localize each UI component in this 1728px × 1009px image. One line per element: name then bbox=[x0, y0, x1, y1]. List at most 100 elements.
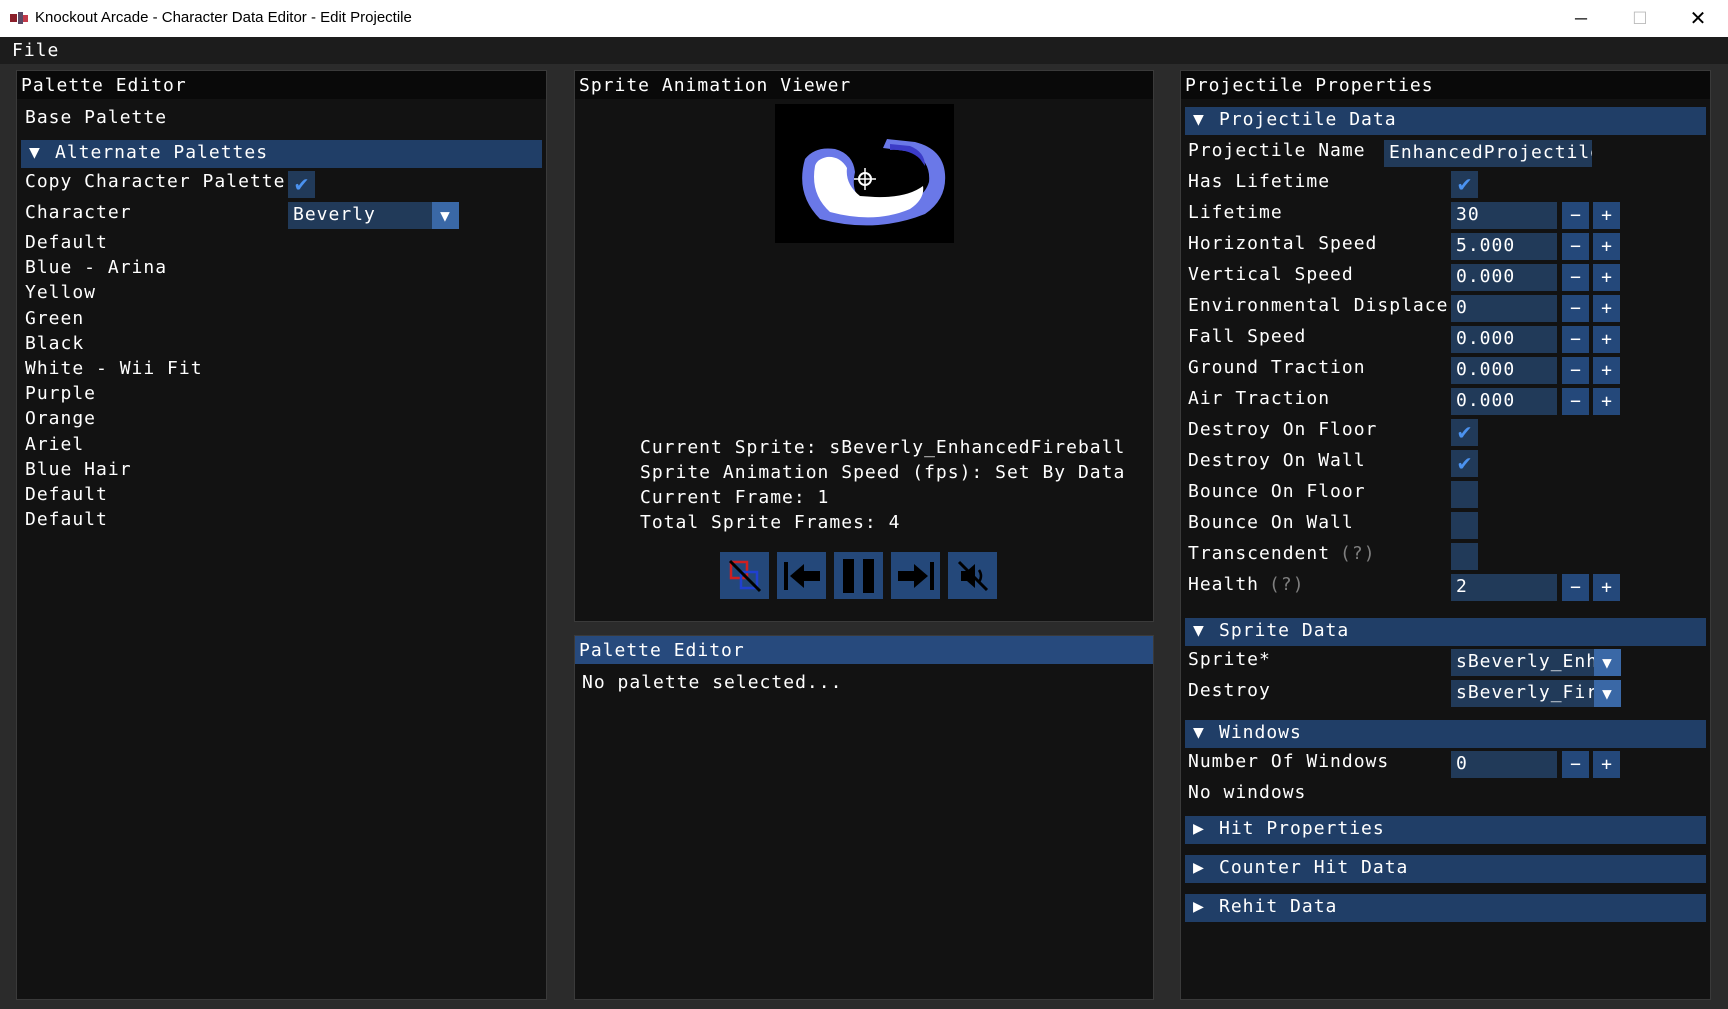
property-checkbox[interactable] bbox=[1451, 512, 1478, 539]
property-checkbox[interactable] bbox=[1451, 543, 1478, 570]
current-frame-text: Current Frame: 1 bbox=[640, 487, 830, 508]
counter-hit-header[interactable]: ▶ Counter Hit Data bbox=[1185, 855, 1706, 883]
palette-item[interactable]: Default bbox=[25, 509, 108, 530]
rehit-data-header[interactable]: ▶ Rehit Data bbox=[1185, 894, 1706, 922]
increment-button[interactable]: + bbox=[1593, 388, 1620, 415]
mute-button[interactable] bbox=[948, 552, 997, 599]
character-label: Character bbox=[25, 202, 132, 223]
fireball-sprite-image bbox=[802, 139, 946, 226]
checkmark-icon: ✔ bbox=[1457, 451, 1472, 476]
palette-item[interactable]: Green bbox=[25, 308, 84, 329]
property-value: 0 bbox=[1456, 297, 1468, 318]
property-input[interactable]: 2 bbox=[1451, 574, 1557, 601]
palette-item[interactable]: Orange bbox=[25, 408, 96, 429]
pause-icon bbox=[842, 558, 874, 593]
palette-item[interactable]: Default bbox=[25, 484, 108, 505]
next-frame-button[interactable] bbox=[891, 552, 940, 599]
menu-file[interactable]: File bbox=[12, 40, 59, 61]
property-value: 0.000 bbox=[1456, 390, 1516, 411]
panel-title[interactable]: Palette Editor bbox=[575, 636, 1153, 664]
copy-palette-label: Copy Character Palette bbox=[25, 171, 286, 192]
copy-palette-checkbox[interactable]: ✔ bbox=[288, 171, 315, 198]
property-label-text: Fall Speed bbox=[1188, 326, 1307, 347]
property-label-text: Destroy On Wall bbox=[1188, 450, 1366, 471]
increment-button[interactable]: + bbox=[1593, 574, 1620, 601]
decrement-button[interactable]: − bbox=[1562, 388, 1589, 415]
property-input[interactable]: 0.000 bbox=[1451, 326, 1557, 353]
palette-item[interactable]: Ariel bbox=[25, 434, 84, 455]
increment-button[interactable]: + bbox=[1593, 326, 1620, 353]
header-label: Hit Properties bbox=[1219, 818, 1385, 839]
previous-frame-button[interactable] bbox=[777, 552, 826, 599]
property-label: Ground Traction bbox=[1188, 357, 1366, 378]
property-input[interactable]: 5.000 bbox=[1451, 233, 1557, 260]
mute-icon bbox=[957, 560, 988, 591]
menu-bar: File bbox=[0, 37, 1728, 64]
decrement-button[interactable]: − bbox=[1562, 233, 1589, 260]
property-input[interactable]: 0.000 bbox=[1451, 357, 1557, 384]
decrement-button[interactable]: − bbox=[1562, 295, 1589, 322]
property-input[interactable]: 0.000 bbox=[1451, 264, 1557, 291]
next-frame-icon bbox=[897, 561, 934, 590]
sprite-data-header[interactable]: ▼ Sprite Data bbox=[1185, 618, 1706, 646]
palette-item[interactable]: Black bbox=[25, 333, 84, 354]
num-windows-increment-button[interactable]: + bbox=[1593, 751, 1620, 778]
minimize-button[interactable]: ─ bbox=[1552, 0, 1610, 37]
property-label-text: Bounce On Floor bbox=[1188, 481, 1366, 502]
property-checkbox[interactable]: ✔ bbox=[1451, 419, 1478, 446]
close-button[interactable]: ✕ bbox=[1669, 0, 1727, 37]
hit-properties-header[interactable]: ▶ Hit Properties bbox=[1185, 816, 1706, 844]
hitbox-toggle-button[interactable] bbox=[720, 552, 769, 599]
property-label-text: Bounce On Wall bbox=[1188, 512, 1354, 533]
increment-button[interactable]: + bbox=[1593, 357, 1620, 384]
property-checkbox[interactable] bbox=[1451, 481, 1478, 508]
help-marker[interactable]: (?) bbox=[1340, 543, 1376, 564]
increment-button[interactable]: + bbox=[1593, 233, 1620, 260]
collapsed-arrow-icon: ▶ bbox=[1193, 896, 1205, 917]
property-label-text: Lifetime bbox=[1188, 202, 1283, 223]
destroy-dropdown[interactable]: sBeverly_FireballDestroy ▼ bbox=[1451, 680, 1621, 707]
increment-button[interactable]: + bbox=[1593, 264, 1620, 291]
increment-button[interactable]: + bbox=[1593, 295, 1620, 322]
property-input[interactable]: 30 bbox=[1451, 202, 1557, 229]
property-label: Bounce On Wall bbox=[1188, 512, 1354, 533]
palette-item[interactable]: Yellow bbox=[25, 282, 96, 303]
palette-item[interactable]: Blue Hair bbox=[25, 459, 132, 480]
property-checkbox[interactable]: ✔ bbox=[1451, 171, 1478, 198]
property-input[interactable]: 0.000 bbox=[1451, 388, 1557, 415]
num-windows-input[interactable]: 0 bbox=[1451, 751, 1557, 778]
help-marker[interactable]: (?) bbox=[1269, 574, 1305, 595]
property-label-text: Health bbox=[1188, 574, 1260, 595]
palette-item[interactable]: Purple bbox=[25, 383, 96, 404]
decrement-button[interactable]: − bbox=[1562, 357, 1589, 384]
header-label: Rehit Data bbox=[1219, 896, 1338, 917]
panel-title[interactable]: Palette Editor bbox=[17, 71, 546, 99]
checkmark-icon: ✔ bbox=[294, 172, 309, 197]
decrement-button[interactable]: − bbox=[1562, 202, 1589, 229]
property-checkbox[interactable]: ✔ bbox=[1451, 450, 1478, 477]
panel-title[interactable]: Projectile Properties bbox=[1181, 71, 1710, 99]
property-label-text: Ground Traction bbox=[1188, 357, 1366, 378]
num-windows-decrement-button[interactable]: − bbox=[1562, 751, 1589, 778]
palette-item[interactable]: Blue - Arina bbox=[25, 257, 167, 278]
projectile-data-header[interactable]: ▼ Projectile Data bbox=[1185, 107, 1706, 135]
maximize-button[interactable]: ☐ bbox=[1611, 0, 1669, 37]
destroy-label: Destroy bbox=[1188, 680, 1271, 701]
property-input[interactable]: 0 bbox=[1451, 295, 1557, 322]
windows-header[interactable]: ▼ Windows bbox=[1185, 720, 1706, 748]
projectile-name-input[interactable]: EnhancedProjectile bbox=[1384, 140, 1592, 167]
projectile-name-label: Projectile Name bbox=[1188, 140, 1366, 161]
decrement-button[interactable]: − bbox=[1562, 264, 1589, 291]
sprite-dropdown[interactable]: sBeverly_EnhancedFireball ▼ bbox=[1451, 649, 1621, 676]
base-palette-label[interactable]: Base Palette bbox=[25, 107, 167, 128]
decrement-button[interactable]: − bbox=[1562, 326, 1589, 353]
pause-button[interactable] bbox=[834, 552, 883, 599]
decrement-button[interactable]: − bbox=[1562, 574, 1589, 601]
alternate-palettes-header[interactable]: ▼ Alternate Palettes bbox=[21, 140, 542, 168]
palette-item[interactable]: White - Wii Fit bbox=[25, 358, 203, 379]
character-dropdown[interactable]: Beverly ▼ bbox=[288, 202, 459, 229]
palette-item[interactable]: Default bbox=[25, 232, 108, 253]
panel-title[interactable]: Sprite Animation Viewer bbox=[575, 71, 1153, 99]
increment-button[interactable]: + bbox=[1593, 202, 1620, 229]
property-label: Bounce On Floor bbox=[1188, 481, 1366, 502]
